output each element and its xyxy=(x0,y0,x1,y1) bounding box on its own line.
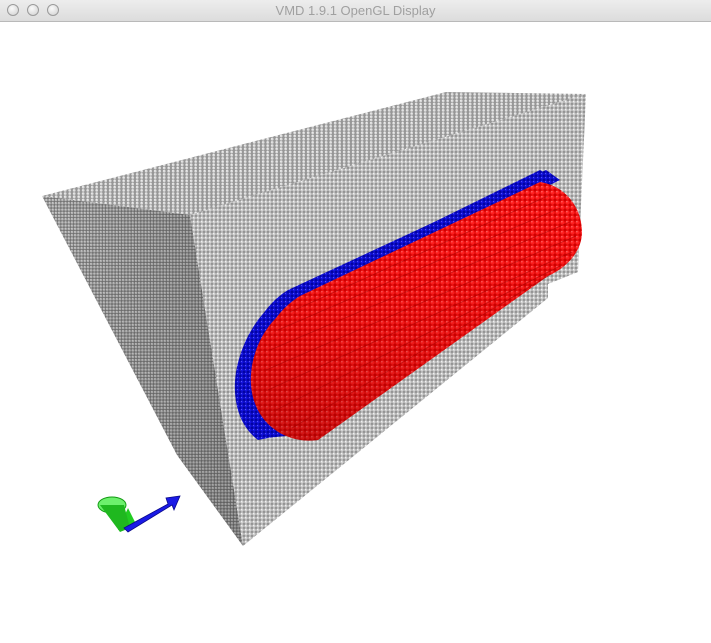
molecule-scene[interactable] xyxy=(0,22,711,643)
title-bar[interactable]: VMD 1.9.1 OpenGL Display xyxy=(0,0,711,22)
vmd-display-window: VMD 1.9.1 OpenGL Display xyxy=(0,0,711,643)
axes-indicator xyxy=(97,495,181,533)
opengl-viewport[interactable] xyxy=(0,22,711,643)
x-axis-arrow xyxy=(123,495,181,533)
window-title: VMD 1.9.1 OpenGL Display xyxy=(275,3,436,18)
